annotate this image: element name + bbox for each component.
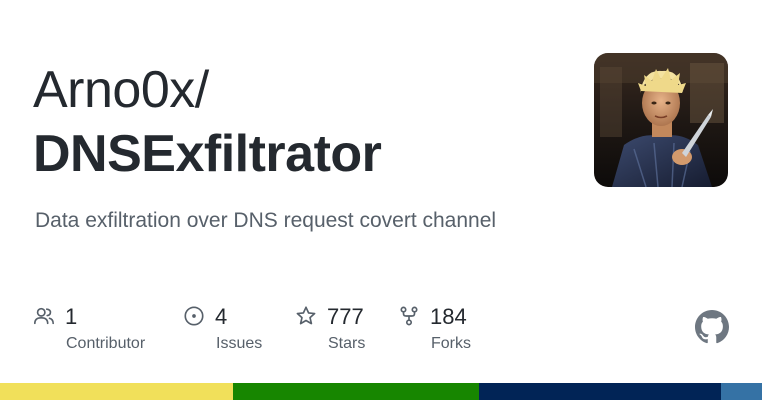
forks-count: 184 xyxy=(430,304,467,329)
repo-owner[interactable]: Arno0x/ xyxy=(33,58,209,122)
language-bar-segment xyxy=(0,383,234,400)
issues-label: Issues xyxy=(216,335,263,352)
owner-avatar[interactable] xyxy=(594,53,728,187)
language-bar-segment xyxy=(233,383,479,400)
repo-forked-icon xyxy=(400,306,418,326)
stars-count: 777 xyxy=(327,304,364,329)
contributors-label: Contributor xyxy=(66,335,146,352)
issue-opened-icon xyxy=(184,306,204,326)
issues-count: 4 xyxy=(215,304,228,329)
language-bar xyxy=(0,383,762,400)
avatar-photo-icon xyxy=(594,53,728,187)
repo-stats: 1 Contributor 4 Issues 777 Stars 184 For… xyxy=(0,300,700,360)
stars-label: Stars xyxy=(328,335,366,352)
repo-description: Data exfiltration over DNS request cover… xyxy=(35,209,497,232)
people-icon xyxy=(34,307,54,325)
social-preview-card: Arno0x/ DNSExfiltrator Data exfiltration… xyxy=(0,0,762,400)
contributors-count: 1 xyxy=(65,304,78,329)
repo-name[interactable]: DNSExfiltrator xyxy=(33,122,382,186)
language-bar-segment xyxy=(478,383,721,400)
star-icon xyxy=(296,306,316,325)
github-mark-icon[interactable] xyxy=(695,310,729,344)
language-bar-segment xyxy=(720,383,762,400)
forks-label: Forks xyxy=(431,335,471,352)
